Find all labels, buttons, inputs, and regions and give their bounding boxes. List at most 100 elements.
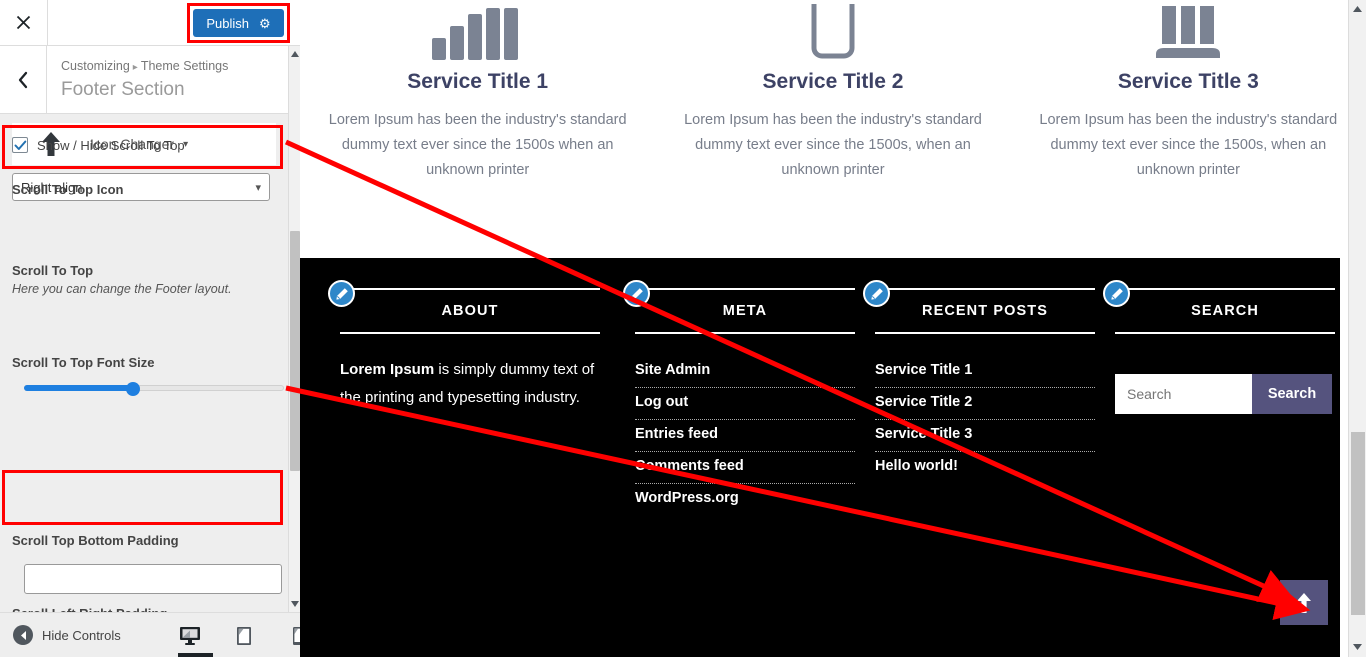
chevron-left-icon [18, 71, 28, 88]
footer-widget-heading-wrap: META [635, 288, 855, 334]
footer-widget-heading: RECENT POSTS [922, 303, 1048, 319]
footer-widget-heading: SEARCH [1191, 303, 1259, 319]
footer-link[interactable]: Service Title 2 [875, 388, 1095, 420]
service-text: Lorem Ipsum has been the industry's stan… [1039, 112, 1338, 178]
checkmark-icon [14, 140, 27, 150]
scroll-to-top-icon-control: Scroll To Top Icon [0, 182, 288, 197]
preview-scrollbar[interactable] [1348, 0, 1366, 657]
gear-icon[interactable]: ⚙ [259, 17, 271, 30]
collapse-arrow-icon [13, 625, 33, 645]
show-hide-scroll-to-top-checkbox[interactable] [12, 137, 28, 153]
scroll-to-top-align-label: Scroll To Top [12, 263, 94, 278]
publish-annotation-box: Publish ⚙ [187, 3, 290, 43]
scroll-to-top-icon-label: Scroll To Top Icon [12, 182, 124, 197]
close-customizer-button[interactable] [0, 0, 48, 45]
caret-down-icon [291, 601, 299, 607]
search-form: Search [1115, 374, 1335, 414]
footer-widget-heading-wrap: SEARCH [1115, 288, 1335, 334]
footer-widget-about: ABOUT Lorem Ipsum is simply dummy text o… [328, 280, 600, 515]
services-section: Service Title 1 Lorem Ipsum has been the… [300, 0, 1366, 258]
footer-link[interactable]: Entries feed [635, 420, 855, 452]
desktop-icon [180, 626, 200, 645]
preview-scroll-down-button[interactable] [1349, 638, 1366, 655]
footer-widget-heading: META [722, 303, 768, 319]
sidebar-header: Customizing ▸ Theme Settings Footer Sectio… [0, 46, 288, 114]
about-text: Lorem Ipsum is simply dummy text of the … [340, 356, 600, 412]
show-hide-scroll-to-top-control[interactable]: Show / Hide Scroll To Top [12, 137, 185, 153]
rounded-square-outline-icon [683, 0, 982, 60]
scroll-to-top-button[interactable] [1280, 580, 1328, 625]
service-text: Lorem Ipsum has been the industry's stan… [684, 112, 982, 178]
sidebar-footer: Hide Controls [0, 612, 303, 657]
footer-link[interactable]: Log out [635, 388, 855, 420]
service-text: Lorem Ipsum has been the industry's stan… [328, 112, 627, 178]
search-input[interactable] [1115, 374, 1252, 414]
service-title: Service Title 1 [407, 70, 549, 93]
font-size-annotation-box [2, 470, 283, 525]
scroll-to-top-font-size-label: Scroll To Top Font Size [12, 355, 155, 370]
service-title: Service Title 2 [762, 70, 904, 93]
pencil-edit-icon[interactable] [863, 280, 890, 307]
breadcrumb-separator-icon: ▸ [132, 61, 138, 73]
caret-down-icon [1353, 643, 1362, 650]
preview-scroll-thumb[interactable] [1351, 432, 1365, 615]
arrow-up-icon [1297, 592, 1311, 613]
service-card: Service Title 3 Lorem Ipsum has been the… [1011, 0, 1366, 258]
breadcrumb: Customizing ▸ Theme Settings [61, 58, 228, 76]
close-icon [16, 15, 31, 30]
about-text-bold: Lorem Ipsum [340, 361, 435, 378]
footer-widget-heading: ABOUT [441, 303, 499, 319]
hide-controls-label: Hide Controls [42, 627, 121, 643]
service-title: Service Title 3 [1117, 70, 1259, 93]
bank-columns-icon [1039, 0, 1338, 60]
show-hide-scroll-to-top-label: Show / Hide Scroll To Top [37, 137, 185, 153]
footer-link[interactable]: Service Title 1 [875, 356, 1095, 388]
search-button[interactable]: Search [1252, 374, 1332, 414]
footer-widget-meta: META Site Admin Log out Entries feed Com… [623, 280, 855, 515]
footer-link[interactable]: WordPress.org [635, 484, 855, 515]
site-footer: ABOUT Lorem Ipsum is simply dummy text o… [300, 258, 1340, 657]
sidebar-scroll-thumb[interactable] [290, 231, 300, 471]
sidebar-topbar: Publish ⚙ [0, 0, 300, 46]
pencil-edit-icon[interactable] [623, 280, 650, 307]
publish-button[interactable]: Publish ⚙ [193, 9, 284, 37]
scroll-top-bottom-padding-label: Scroll Top Bottom Padding [12, 533, 179, 548]
caret-up-icon [291, 51, 299, 57]
preview-scroll-up-button[interactable] [1349, 0, 1366, 17]
slider-handle[interactable] [126, 382, 141, 396]
footer-link[interactable]: Service Title 3 [875, 420, 1095, 452]
tablet-preview-button[interactable] [232, 623, 256, 649]
footer-link[interactable]: Comments feed [635, 452, 855, 484]
sidebar-scrollbar[interactable] [288, 46, 300, 612]
pencil-edit-icon[interactable] [1103, 280, 1130, 307]
scroll-to-top-align-control: Scroll To Top Here you can change the Fo… [0, 263, 288, 296]
tablet-icon [237, 626, 251, 645]
desktop-preview-button[interactable] [178, 623, 202, 649]
breadcrumb-parent[interactable]: Theme Settings [141, 59, 229, 73]
breadcrumb-root[interactable]: Customizing [61, 59, 130, 73]
controls-list: Show / Hide Scroll To Top Scroll To Top … [0, 115, 288, 612]
footer-link[interactable]: Site Admin [635, 356, 855, 388]
caret-up-icon [1353, 5, 1362, 12]
hide-controls-button[interactable]: Hide Controls [0, 625, 121, 645]
service-card: Service Title 2 Lorem Ipsum has been the… [655, 0, 1010, 258]
page-title: Footer Section [61, 78, 185, 100]
scroll-to-top-align-description: Here you can change the Footer layout. [12, 282, 232, 296]
bar-chart-icon [328, 0, 627, 60]
footer-widget-heading-wrap: RECENT POSTS [875, 288, 1095, 334]
back-button[interactable] [0, 46, 47, 113]
scroll-to-top-font-size-control: Scroll To Top Font Size [0, 355, 288, 396]
site-preview: Service Title 1 Lorem Ipsum has been the… [300, 0, 1366, 657]
footer-link[interactable]: Hello world! [875, 452, 1095, 483]
footer-widget-heading-wrap: ABOUT [340, 288, 600, 334]
customizer-sidebar: Publish ⚙ Customizing ▸ Theme Settings Foo… [0, 0, 303, 657]
active-device-indicator [178, 653, 213, 657]
footer-widget-columns: ABOUT Lorem Ipsum is simply dummy text o… [300, 258, 1340, 515]
footer-widget-recent-posts: RECENT POSTS Service Title 1 Service Tit… [863, 280, 1095, 515]
slider-fill [24, 385, 134, 391]
scroll-top-bottom-padding-input[interactable] [24, 564, 282, 594]
service-card: Service Title 1 Lorem Ipsum has been the… [300, 0, 655, 258]
footer-widget-search: SEARCH Search [1103, 280, 1335, 515]
font-size-slider[interactable] [24, 382, 284, 396]
pencil-edit-icon[interactable] [328, 280, 355, 307]
